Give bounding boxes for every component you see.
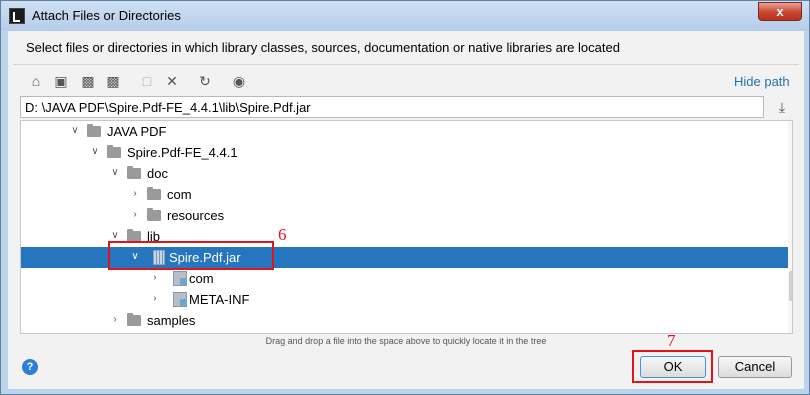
- annotation-box-step-6: [108, 241, 274, 270]
- download-icon[interactable]: ⤓: [775, 99, 789, 115]
- intellij-app-icon: [9, 8, 25, 24]
- hide-path-link[interactable]: Hide path: [734, 74, 790, 89]
- folder-icon: [127, 313, 141, 326]
- module-icon[interactable]: ▩: [105, 73, 121, 89]
- path-input[interactable]: D: \JAVA PDF\Spire.Pdf-FE_4.4.1\lib\Spir…: [20, 96, 764, 118]
- tree-row-label: com: [167, 187, 192, 202]
- show-hidden-icon[interactable]: ◉: [231, 73, 247, 89]
- help-button[interactable]: ?: [22, 359, 38, 375]
- title-bar[interactable]: Attach Files or Directories x: [1, 1, 809, 31]
- dialog-window: Attach Files or Directories x Select fil…: [0, 0, 810, 395]
- expand-arrow-icon[interactable]: ∨: [109, 166, 121, 180]
- tree-row[interactable]: › META-INF: [21, 289, 792, 310]
- separator: [13, 64, 799, 65]
- tree-row[interactable]: › samples: [21, 310, 792, 331]
- package-icon: [173, 271, 187, 286]
- folder-icon: [147, 187, 161, 200]
- delete-icon[interactable]: ✕: [164, 73, 180, 89]
- package-icon: [173, 292, 187, 307]
- collapse-arrow-icon[interactable]: ›: [129, 208, 141, 222]
- refresh-icon[interactable]: ↻: [197, 73, 213, 89]
- annotation-box-step-7: [632, 350, 713, 383]
- folder-icon: [87, 124, 101, 137]
- tree-row[interactable]: ∨ Spire.Pdf-FE_4.4.1: [21, 142, 792, 163]
- tree-row-label: samples: [147, 313, 196, 328]
- collapse-arrow-icon[interactable]: ›: [129, 187, 141, 201]
- tree-row[interactable]: › com: [21, 268, 792, 289]
- annotation-label-step-7: 7: [667, 331, 676, 350]
- scrollbar-thumb[interactable]: [789, 271, 792, 301]
- folder-icon: [127, 166, 141, 179]
- folder-icon: [107, 145, 121, 158]
- tree-row[interactable]: ∨ doc: [21, 163, 792, 184]
- cancel-button[interactable]: Cancel: [718, 356, 792, 378]
- expand-arrow-icon[interactable]: ∨: [69, 124, 81, 138]
- tree-row[interactable]: ∨ JAVA PDF: [21, 121, 792, 142]
- collapse-arrow-icon[interactable]: ›: [109, 313, 121, 327]
- folder-icon: [147, 208, 161, 221]
- tree-row-label: resources: [167, 208, 225, 223]
- tree-row-label: META-INF: [189, 292, 250, 307]
- window-title: Attach Files or Directories: [32, 8, 181, 23]
- drag-drop-hint: Drag and drop a file into the space abov…: [265, 336, 547, 346]
- collapse-arrow-icon[interactable]: ›: [149, 271, 161, 285]
- collapse-arrow-icon[interactable]: ›: [149, 292, 161, 306]
- expand-arrow-icon[interactable]: ∨: [89, 145, 101, 159]
- tree-row-label: JAVA PDF: [107, 124, 167, 139]
- annotation-label-step-6: 6: [278, 225, 287, 244]
- dialog-content: Select files or directories in which lib…: [8, 31, 804, 389]
- dialog-description: Select files or directories in which lib…: [26, 40, 620, 55]
- file-tree[interactable]: ∨ JAVA PDF ∨ Spire.Pdf-FE_4.4.1 ∨ doc › …: [20, 120, 793, 334]
- tree-row-label: doc: [147, 166, 168, 181]
- tree-row[interactable]: › resources: [21, 205, 792, 226]
- tree-scrollbar[interactable]: [788, 121, 792, 333]
- close-button[interactable]: x: [758, 2, 802, 21]
- desktop-icon[interactable]: ▣: [53, 73, 69, 89]
- tree-row[interactable]: › com: [21, 184, 792, 205]
- file-chooser-toolbar: ⌂ ▣ ▩ ▩ □ ✕ ↻ ◉ Hide path: [8, 69, 804, 93]
- new-folder-icon[interactable]: □: [139, 73, 155, 89]
- project-icon[interactable]: ▩: [80, 73, 96, 89]
- tree-row-label: com: [189, 271, 214, 286]
- tree-row-label: Spire.Pdf-FE_4.4.1: [127, 145, 238, 160]
- home-icon[interactable]: ⌂: [28, 73, 44, 89]
